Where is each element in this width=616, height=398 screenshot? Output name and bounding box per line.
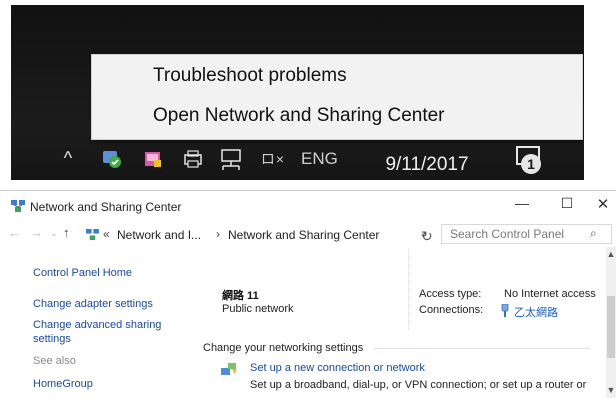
security-shield-icon[interactable]	[99, 137, 127, 180]
menu-item-troubleshoot-problems[interactable]: Troubleshoot problems	[153, 65, 347, 87]
chevron-up-icon[interactable]: ^	[55, 137, 81, 180]
homegroup-link[interactable]: HomeGroup	[33, 377, 93, 391]
settings-heading: Change your networking settings	[203, 342, 364, 354]
navigation-bar: ← → ⌄ ↑ « Network and I... › Network and…	[0, 222, 616, 246]
menu-item-open-network-sharing-center[interactable]: Open Network and Sharing Center	[153, 105, 445, 127]
control-panel-home-link[interactable]: Control Panel Home	[33, 266, 132, 280]
left-pane: Control Panel Home Change adapter settin…	[0, 247, 190, 398]
new-connection-icon	[221, 363, 237, 375]
search-box[interactable]: ↻ ⌕	[421, 224, 612, 244]
main-pane: 網路 11 Public network Access type: No Int…	[190, 247, 600, 398]
network-name: 網路 11	[222, 290, 259, 302]
connection-link[interactable]: 乙太網路	[514, 304, 558, 320]
mail-icon[interactable]	[139, 137, 167, 180]
up-arrow-icon[interactable]: ↑	[63, 225, 70, 240]
back-arrow-icon[interactable]: ←	[8, 225, 21, 240]
change-adapter-settings-link[interactable]: Change adapter settings	[33, 297, 153, 311]
breadcrumb-network-internet[interactable]: Network and I...	[117, 228, 201, 242]
search-icon[interactable]: ⌕	[590, 226, 597, 241]
vertical-scrollbar[interactable]: ▲ ▼	[606, 247, 616, 398]
minimize-button[interactable]: —	[511, 195, 533, 215]
breadcrumb-separator-icon[interactable]: ›	[216, 227, 220, 241]
access-type-value: No Internet access	[504, 288, 596, 300]
printer-icon[interactable]	[179, 137, 207, 180]
close-button[interactable]: ✕	[592, 195, 614, 215]
window-title: Network and Sharing Center	[30, 200, 182, 214]
title-bar[interactable]: Network and Sharing Center — ☐ ✕	[0, 191, 616, 221]
recent-locations-chevron-icon[interactable]: ⌄	[50, 228, 58, 239]
network-center-icon	[11, 200, 25, 212]
maximize-button[interactable]: ☐	[556, 195, 578, 215]
ethernet-icon	[501, 304, 509, 317]
clock-date[interactable]: 9/11/2017	[371, 143, 483, 180]
connections-label: Connections:	[419, 304, 484, 316]
network-center-icon	[86, 229, 99, 240]
setup-new-connection-description: Set up a broadband, dial-up, or VPN conn…	[250, 379, 587, 391]
divider	[408, 249, 410, 329]
network-sharing-center-window: Network and Sharing Center — ☐ ✕ ← → ⌄ ↑…	[0, 190, 616, 398]
see-also-heading: See also	[33, 355, 76, 367]
address-overflow-icon[interactable]: «	[103, 227, 110, 241]
access-type-label: Access type:	[419, 288, 482, 300]
change-advanced-sharing-link[interactable]: Change advanced sharing settings	[33, 318, 183, 346]
network-context-menu: Troubleshoot problems Open Network and S…	[91, 54, 583, 140]
taskbar-screenshot: Troubleshoot problems Open Network and S…	[11, 5, 584, 180]
refresh-icon[interactable]: ↻	[421, 228, 433, 245]
notification-count: 1	[527, 156, 535, 172]
scroll-thumb[interactable]	[607, 296, 615, 358]
forward-arrow-icon[interactable]: →	[30, 225, 43, 240]
setup-new-connection-link[interactable]: Set up a new connection or network	[250, 362, 425, 374]
network-icon[interactable]	[216, 137, 246, 180]
breadcrumb-network-sharing-center[interactable]: Network and Sharing Center	[228, 228, 379, 242]
address-bar[interactable]: « Network and I... › Network and Sharing…	[82, 224, 442, 245]
search-input[interactable]	[450, 226, 580, 241]
network-type: Public network	[222, 303, 294, 315]
scroll-up-icon[interactable]: ▲	[606, 249, 616, 259]
scroll-down-icon[interactable]: ▼	[606, 385, 616, 395]
notification-icon[interactable]: 1	[509, 137, 549, 180]
divider	[374, 348, 590, 349]
input-language-indicator[interactable]: ENG	[301, 137, 351, 180]
volume-muted-icon[interactable]: ロ×	[255, 137, 291, 180]
